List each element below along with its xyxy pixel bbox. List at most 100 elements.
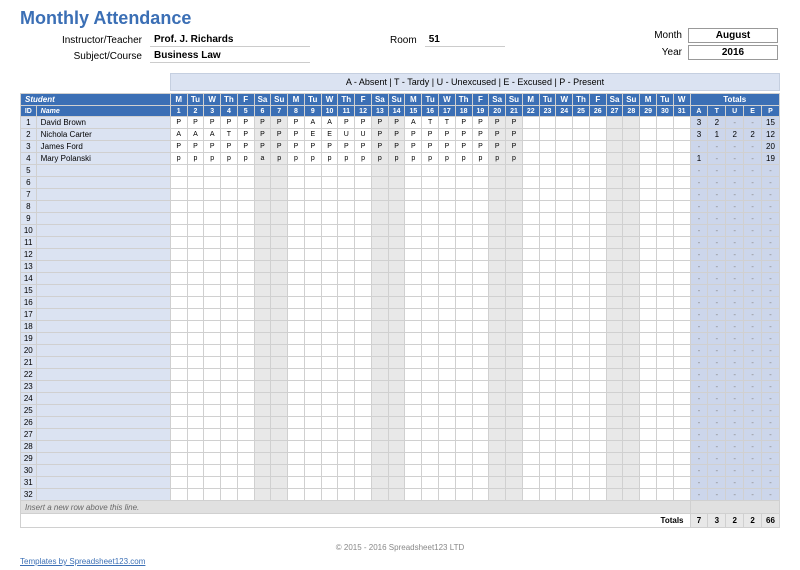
attendance-cell[interactable] — [405, 465, 422, 477]
attendance-cell[interactable] — [506, 477, 523, 489]
attendance-cell[interactable] — [388, 273, 405, 285]
attendance-cell[interactable] — [304, 429, 321, 441]
attendance-cell[interactable] — [237, 345, 254, 357]
attendance-cell[interactable] — [422, 237, 439, 249]
attendance-cell[interactable] — [204, 237, 221, 249]
attendance-cell[interactable] — [271, 249, 288, 261]
attendance-cell[interactable] — [355, 429, 372, 441]
attendance-cell[interactable] — [489, 297, 506, 309]
attendance-cell[interactable] — [388, 405, 405, 417]
attendance-cell[interactable] — [288, 261, 305, 273]
attendance-cell[interactable] — [640, 441, 657, 453]
attendance-cell[interactable] — [321, 201, 338, 213]
template-link[interactable]: Templates by Spreadsheet123.com — [20, 557, 145, 566]
attendance-cell[interactable] — [539, 189, 556, 201]
attendance-cell[interactable] — [338, 489, 355, 501]
attendance-cell[interactable] — [455, 381, 472, 393]
attendance-cell[interactable] — [472, 369, 489, 381]
attendance-cell[interactable] — [170, 309, 187, 321]
attendance-cell[interactable] — [237, 177, 254, 189]
student-id[interactable]: 2 — [21, 129, 37, 141]
attendance-cell[interactable] — [170, 201, 187, 213]
attendance-cell[interactable] — [422, 165, 439, 177]
attendance-cell[interactable] — [371, 201, 388, 213]
attendance-cell[interactable] — [489, 213, 506, 225]
attendance-cell[interactable] — [355, 357, 372, 369]
attendance-cell[interactable] — [539, 441, 556, 453]
attendance-cell[interactable] — [439, 201, 456, 213]
attendance-cell[interactable] — [589, 225, 606, 237]
attendance-cell[interactable] — [170, 273, 187, 285]
attendance-cell[interactable] — [573, 357, 590, 369]
attendance-cell[interactable] — [288, 321, 305, 333]
attendance-cell[interactable]: p — [405, 153, 422, 165]
student-name[interactable] — [36, 321, 170, 333]
attendance-cell[interactable] — [455, 273, 472, 285]
attendance-cell[interactable] — [455, 417, 472, 429]
attendance-cell[interactable] — [606, 213, 623, 225]
attendance-cell[interactable] — [439, 213, 456, 225]
attendance-cell[interactable] — [204, 201, 221, 213]
attendance-cell[interactable] — [556, 453, 573, 465]
attendance-cell[interactable] — [656, 261, 673, 273]
attendance-cell[interactable] — [237, 165, 254, 177]
attendance-cell[interactable] — [388, 213, 405, 225]
student-name[interactable] — [36, 465, 170, 477]
attendance-cell[interactable] — [422, 213, 439, 225]
attendance-cell[interactable] — [489, 225, 506, 237]
attendance-cell[interactable] — [170, 189, 187, 201]
attendance-cell[interactable]: P — [237, 117, 254, 129]
attendance-cell[interactable] — [355, 249, 372, 261]
attendance-cell[interactable] — [455, 249, 472, 261]
attendance-cell[interactable]: p — [355, 153, 372, 165]
attendance-cell[interactable] — [254, 165, 271, 177]
attendance-cell[interactable] — [187, 249, 204, 261]
attendance-cell[interactable] — [355, 261, 372, 273]
attendance-cell[interactable] — [640, 333, 657, 345]
attendance-cell[interactable] — [573, 225, 590, 237]
attendance-cell[interactable] — [640, 285, 657, 297]
attendance-cell[interactable] — [506, 489, 523, 501]
attendance-cell[interactable] — [422, 261, 439, 273]
attendance-cell[interactable] — [388, 345, 405, 357]
attendance-cell[interactable] — [522, 273, 539, 285]
attendance-cell[interactable]: P — [355, 141, 372, 153]
student-name[interactable] — [36, 357, 170, 369]
attendance-cell[interactable] — [673, 429, 690, 441]
attendance-cell[interactable] — [221, 441, 238, 453]
attendance-cell[interactable] — [506, 381, 523, 393]
attendance-cell[interactable] — [489, 453, 506, 465]
attendance-cell[interactable] — [321, 165, 338, 177]
attendance-cell[interactable] — [321, 285, 338, 297]
attendance-cell[interactable] — [405, 369, 422, 381]
attendance-cell[interactable] — [489, 429, 506, 441]
attendance-cell[interactable] — [388, 285, 405, 297]
attendance-cell[interactable] — [271, 261, 288, 273]
attendance-cell[interactable] — [489, 369, 506, 381]
attendance-cell[interactable] — [606, 177, 623, 189]
attendance-cell[interactable] — [304, 405, 321, 417]
attendance-cell[interactable] — [539, 117, 556, 129]
attendance-cell[interactable] — [673, 393, 690, 405]
attendance-cell[interactable]: P — [338, 141, 355, 153]
attendance-cell[interactable] — [355, 309, 372, 321]
attendance-cell[interactable] — [506, 333, 523, 345]
attendance-cell[interactable] — [640, 381, 657, 393]
attendance-cell[interactable]: P — [388, 129, 405, 141]
attendance-cell[interactable] — [455, 297, 472, 309]
attendance-cell[interactable] — [673, 333, 690, 345]
attendance-cell[interactable] — [589, 213, 606, 225]
attendance-cell[interactable] — [221, 405, 238, 417]
attendance-cell[interactable] — [623, 489, 640, 501]
attendance-cell[interactable] — [204, 477, 221, 489]
attendance-cell[interactable] — [388, 309, 405, 321]
attendance-cell[interactable] — [187, 189, 204, 201]
attendance-cell[interactable] — [371, 273, 388, 285]
attendance-cell[interactable] — [606, 141, 623, 153]
attendance-cell[interactable] — [472, 441, 489, 453]
attendance-cell[interactable] — [304, 273, 321, 285]
attendance-cell[interactable] — [556, 285, 573, 297]
attendance-cell[interactable] — [489, 381, 506, 393]
attendance-cell[interactable] — [489, 321, 506, 333]
attendance-cell[interactable] — [522, 249, 539, 261]
